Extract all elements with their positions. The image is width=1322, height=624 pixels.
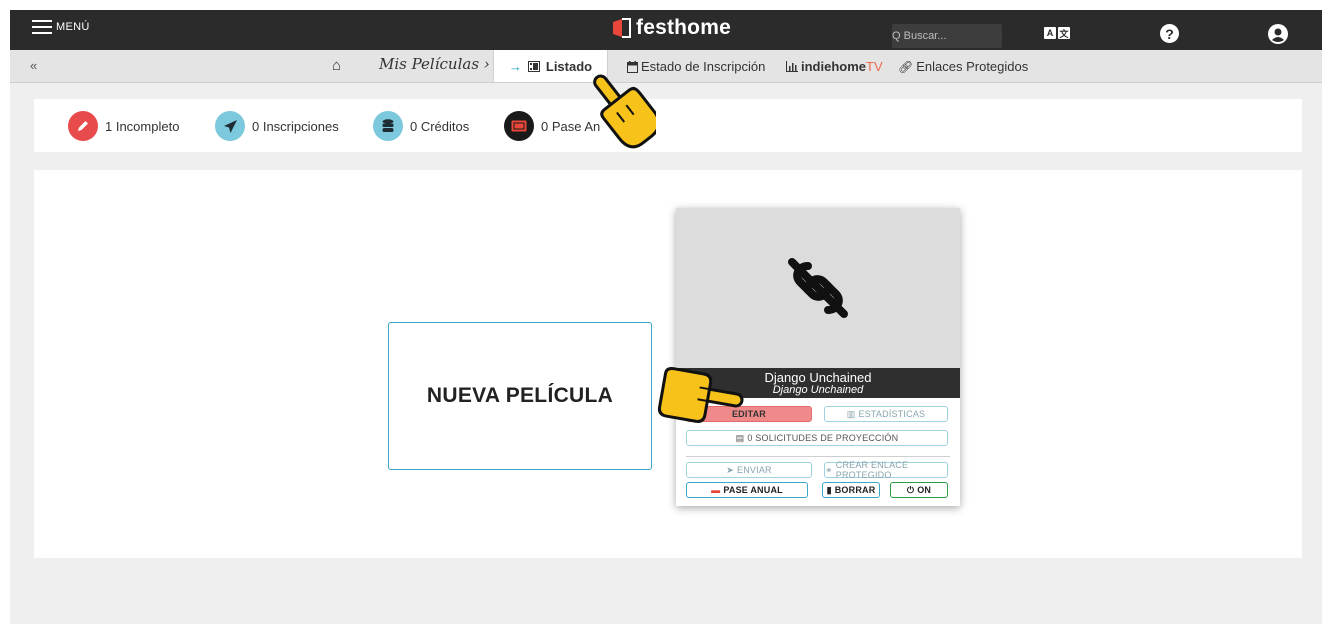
pointing-hand-icon <box>593 74 656 149</box>
stat-inscripciones[interactable]: 0 Inscripciones <box>215 111 339 141</box>
user-circle-icon[interactable] <box>1268 24 1288 44</box>
stats-bar: 1 Incompleto 0 Inscripciones 0 Créditos … <box>34 99 1302 152</box>
create-protected-link-button[interactable]: ⚭ CREAR ENLACE PROTEGIDO <box>824 460 948 480</box>
tab-indiehome-tv-label: TV <box>866 59 883 74</box>
database-icon <box>373 111 403 141</box>
power-icon: ⏻ <box>906 484 915 495</box>
pointing-hand-icon <box>657 367 744 423</box>
logo-text: festhome <box>636 16 731 39</box>
collapse-sidebar-button[interactable]: « <box>30 58 37 73</box>
menu-label: MENÚ <box>56 21 90 33</box>
chart-icon: ▥ <box>846 408 856 419</box>
pencil-icon <box>68 111 98 141</box>
create-link-label: CREAR ENLACE PROTEGIDO <box>835 460 909 480</box>
stat-incompleto[interactable]: 1 Incompleto <box>68 111 179 141</box>
home-icon[interactable]: ⌂ <box>332 57 341 74</box>
translate-icon[interactable]: A 文 <box>1044 27 1070 39</box>
festhome-logo[interactable]: festhome <box>610 16 731 40</box>
menu-button[interactable]: MENÚ <box>32 19 90 35</box>
solicitudes-button[interactable]: ▤ 0 SOLICITUDES DE PROYECCIÓN <box>686 430 948 446</box>
hamburger-icon <box>32 19 52 35</box>
broken-link-icon <box>788 258 848 318</box>
arrow-right-icon: → <box>508 58 522 74</box>
link-icon: 🔗︎ <box>898 59 914 74</box>
film-card: Django Unchained Django Unchained EDITAR… <box>676 208 960 506</box>
festhome-logo-icon <box>613 18 631 38</box>
annual-pass-label: PASE ANUAL <box>723 485 783 495</box>
tab-enlaces-protegidos[interactable]: 🔗︎ Enlaces Protegidos <box>898 59 1028 74</box>
stat-creditos[interactable]: 0 Créditos <box>373 111 469 141</box>
card-divider <box>686 456 950 457</box>
question-circle-icon[interactable]: ? <box>1160 24 1179 43</box>
films-panel: NUEVA PELÍCULA Django Unchained Django U… <box>34 170 1302 558</box>
statistics-label: ESTADÍSTICAS <box>858 409 926 419</box>
stat-creditos-label: 0 Créditos <box>410 118 470 134</box>
stat-pase-anual[interactable]: 0 Pase An <box>504 111 600 141</box>
link-icon: ⚭ <box>825 464 833 475</box>
tab-estado-label: Estado de Inscripción <box>641 59 766 74</box>
ticket-icon <box>504 111 534 141</box>
search-box[interactable] <box>892 24 1002 48</box>
translate-icon-b: 文 <box>1058 27 1070 39</box>
sub-navigation: « ⌂ Mis Películas › → Listado Estado de … <box>10 50 1322 83</box>
solicitudes-label: 0 SOLICITUDES DE PROYECCIÓN <box>747 433 899 443</box>
top-bar: MENÚ festhome A 文 ? <box>10 10 1322 50</box>
send-button[interactable]: ➤ ENVIAR <box>686 462 812 478</box>
statistics-button[interactable]: ▥ ESTADÍSTICAS <box>824 406 948 422</box>
stat-incompleto-label: 1 Incompleto <box>105 118 180 134</box>
breadcrumb-mis-peliculas[interactable]: Mis Películas › <box>379 55 490 73</box>
app-frame: MENÚ festhome A 文 ? « ⌂ Mis Películas › <box>10 10 1322 624</box>
annual-pass-button[interactable]: ▬ PASE ANUAL <box>686 482 808 498</box>
power-label: ON <box>917 485 932 495</box>
delete-label: BORRAR <box>834 485 876 495</box>
film-thumbnail[interactable] <box>676 208 960 368</box>
chart-icon <box>786 61 798 72</box>
power-toggle-button[interactable]: ⏻ ON <box>890 482 948 498</box>
tab-indiehome-label: indiehome <box>801 59 867 74</box>
tab-listado-label: Listado <box>545 58 593 74</box>
send-label: ENVIAR <box>737 465 772 475</box>
file-icon: ▤ <box>735 432 745 443</box>
stat-inscripciones-label: 0 Inscripciones <box>252 118 339 134</box>
translate-icon-a: A <box>1044 27 1056 39</box>
trash-icon: ▮ <box>826 484 832 495</box>
new-film-button[interactable]: NUEVA PELÍCULA <box>388 322 652 470</box>
film-list-icon <box>527 60 540 72</box>
tab-indiehome-tv[interactable]: indiehome TV <box>786 59 883 74</box>
delete-button[interactable]: ▮ BORRAR <box>822 482 880 498</box>
search-input[interactable] <box>892 30 972 42</box>
paper-plane-icon: ➤ <box>726 464 735 475</box>
tab-enlaces-label: Enlaces Protegidos <box>916 59 1029 74</box>
paper-plane-icon <box>215 111 245 141</box>
ticket-icon: ▬ <box>711 485 721 495</box>
